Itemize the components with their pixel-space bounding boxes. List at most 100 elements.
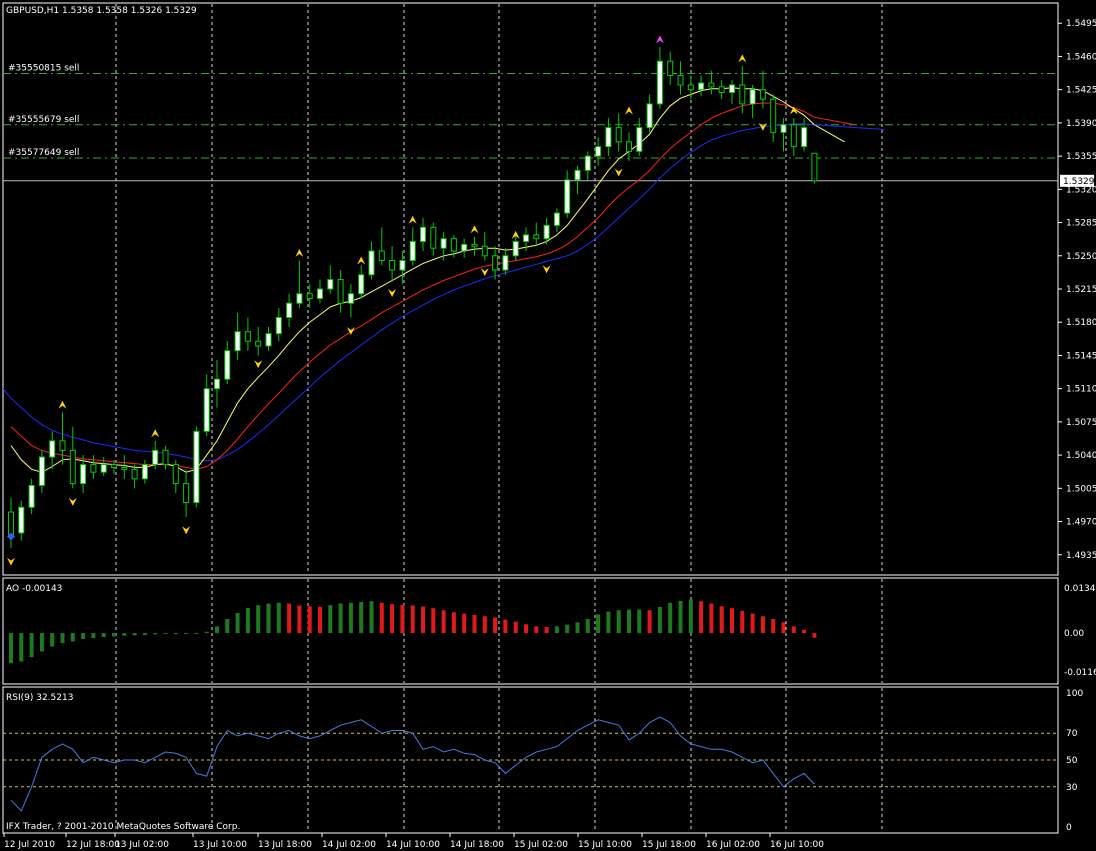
candle-body-44 (461, 243, 468, 252)
ao-bar-12 (132, 633, 137, 636)
ao-bar-71 (740, 610, 745, 634)
fractal-down-8 (614, 168, 623, 177)
y-tick-label-7: 1.5250 (1066, 252, 1096, 262)
rsi-y-label-2: 50 (1066, 756, 1078, 766)
candle-body-54 (564, 179, 571, 214)
y-tick-label-12: 1.5075 (1066, 418, 1096, 428)
ao-bar-60 (627, 609, 631, 634)
ao-bar-21 (225, 618, 230, 634)
candle-body-33 (347, 293, 354, 304)
ao-bar-54 (565, 624, 570, 634)
candle-body-65 (677, 74, 684, 86)
candle-body-60 (626, 141, 632, 152)
rsi-y-label-1: 70 (1066, 729, 1078, 739)
x-tick-label-11: 16 Jul 02:00 (706, 840, 760, 850)
ao-bar-5 (60, 633, 65, 644)
ao-histogram: 0.01343 0.00 -0.01161 (9, 584, 1096, 678)
ao-bar-27 (287, 603, 292, 634)
candle-body-67 (698, 82, 705, 91)
ao-bar-34 (359, 601, 364, 634)
candle-body-41 (430, 226, 437, 249)
ao-bar-8 (91, 633, 96, 639)
ao-bar-16 (173, 633, 178, 635)
trading-chart[interactable]: #35550815 sell #35555679 sell #35577649 se… (0, 0, 1096, 851)
rsi-y-label-0: 100 (1066, 689, 1083, 699)
rsi-panel: 100 70 50 30 0 (3, 689, 1083, 833)
ao-bar-31 (328, 605, 333, 634)
candle-body-37 (389, 260, 396, 271)
ao-bar-13 (142, 633, 147, 636)
ao-bar-29 (307, 606, 312, 634)
x-tick-label-9: 15 Jul 10:00 (578, 840, 632, 850)
ao-bar-78 (812, 633, 817, 638)
candle-body-74 (770, 98, 777, 133)
candle-body-31 (327, 279, 334, 290)
time-axis: 12 Jul 2010 12 Jul 18:0013 Jul 02:00 13 Ju… (3, 833, 824, 850)
candle-body-76 (790, 124, 797, 148)
fractal-up-0 (58, 400, 67, 409)
candle-body-9 (100, 464, 107, 473)
fractal-up-7 (625, 106, 633, 115)
candle-body-19 (203, 388, 210, 432)
candle-body-35 (368, 250, 375, 276)
candle-body-53 (553, 212, 560, 226)
candle-body-62 (646, 103, 653, 129)
ao-bar-41 (431, 608, 436, 634)
ao-bar-62 (647, 610, 652, 634)
candle-body-58 (605, 127, 612, 148)
ao-bar-26 (276, 602, 281, 634)
ao-bar-61 (637, 609, 642, 634)
ao-bar-43 (451, 612, 456, 634)
fractal-down-3 (254, 360, 263, 369)
rsi-y-label-4: 0 (1066, 823, 1072, 833)
ma-slow-ext (814, 124, 885, 131)
candle-body-26 (275, 316, 282, 335)
y-tick-label-15: 1.4970 (1066, 518, 1096, 528)
candle-body-1 (18, 506, 25, 534)
candle-body-34 (358, 274, 365, 295)
ao-bar-19 (204, 631, 209, 634)
candle-body-63 (656, 60, 663, 105)
rsi-y-label-3: 30 (1066, 783, 1078, 793)
y-tick-label-0: 1.5495 (1066, 19, 1096, 29)
copyright-footer: IFX Trader, ? 2001-2010 MetaQuotes Softw… (6, 822, 240, 832)
candle-body-3 (38, 456, 45, 486)
y-tick-label-9: 1.5180 (1066, 318, 1096, 328)
ao-bar-38 (400, 604, 405, 634)
ao-bar-76 (791, 626, 796, 634)
x-tick-label-3: 13 Jul 10:00 (193, 840, 247, 850)
ao-bar-20 (215, 626, 219, 634)
ao-bar-64 (668, 602, 673, 634)
fractal-markers (7, 35, 798, 566)
candle-body-5 (59, 440, 66, 451)
order-lines: #35550815 sell #35555679 sell #35577649 se… (3, 64, 1058, 182)
ao-bar-40 (421, 606, 425, 634)
ao-bar-6 (70, 633, 75, 642)
candle-body-12 (131, 468, 138, 480)
y-tick-label-14: 1.5005 (1066, 484, 1096, 494)
candle-body-15 (162, 449, 169, 466)
candle-body-64 (667, 60, 674, 76)
ao-bar-30 (318, 606, 322, 634)
y-tick-label-13: 1.5040 (1066, 451, 1096, 461)
candle-body-27 (286, 302, 293, 318)
candle-body-51 (533, 234, 540, 240)
ao-bar-63 (657, 606, 662, 634)
candle-body-72 (749, 89, 756, 105)
ao-bar-25 (266, 603, 271, 634)
ao-bar-58 (606, 611, 611, 634)
ao-bar-7 (81, 633, 86, 640)
ao-bar-18 (194, 633, 199, 635)
candle-body-38 (399, 260, 406, 271)
x-tick-label-5: 14 Jul 02:00 (322, 840, 376, 850)
candle-body-40 (420, 226, 426, 243)
candle-body-2 (28, 484, 35, 508)
panel-frames (2, 2, 1059, 834)
ao-bar-14 (153, 633, 158, 635)
price-axis: 1.5495 1.5460 1.5425 1.5390 1.5355 1.5320 1.52… (1058, 19, 1096, 561)
candle-body-28 (296, 293, 303, 304)
ao-bar-59 (616, 610, 621, 634)
fractal-up-1 (151, 429, 160, 438)
fractal-down-6 (480, 268, 489, 277)
x-tick-label-10: 15 Jul 18:00 (642, 840, 696, 850)
